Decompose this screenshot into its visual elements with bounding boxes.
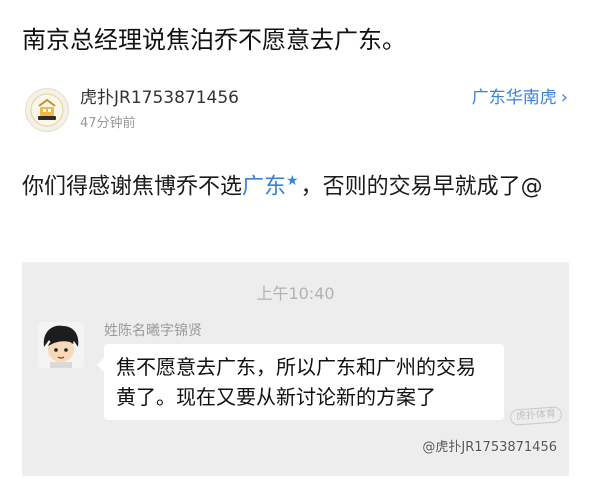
post-title: 南京总经理说焦泊乔不愿意去广东。 xyxy=(22,26,406,54)
author-name[interactable]: 虎扑JR1753871456 xyxy=(80,87,239,109)
chat-message-text: 焦不愿意去广东，所以广东和广州的交易黄了。现在又要从新讨论新的方案了 xyxy=(116,355,476,409)
watermark-text: @虎扑JR1753871456 xyxy=(422,440,557,455)
chat-screenshot: 上午10:40 姓陈名曦字锦贤 焦不愿意去广东，所以广东和广州的交易黄了。现在又… xyxy=(22,262,569,476)
forum-link[interactable]: 广东华南虎 › xyxy=(472,87,568,109)
chat-sender-name: 姓陈名曦字锦贤 xyxy=(104,323,202,339)
forum-link-label: 广东华南虎 xyxy=(471,88,557,108)
chevron-right-icon: › xyxy=(560,87,568,108)
chat-message-bubble: 焦不愿意去广东，所以广东和广州的交易黄了。现在又要从新讨论新的方案了 xyxy=(97,344,504,420)
body-text-before: 你们得感谢焦博乔不选 xyxy=(22,174,243,200)
chat-timestamp: 上午10:40 xyxy=(256,284,335,303)
topic-tag-link[interactable]: 广东 xyxy=(242,174,286,199)
star-icon: ★ xyxy=(286,173,299,189)
author-avatar[interactable] xyxy=(25,88,69,132)
post-time: 47分钟前 xyxy=(80,116,136,131)
hupu-logo-icon xyxy=(30,93,64,127)
post-body: 你们得感谢焦博乔不选广东★，否则的交易早就成了@ xyxy=(22,164,570,204)
body-text-after: ，否则的交易早就成了@ xyxy=(300,174,543,200)
cartoon-boy-avatar-icon xyxy=(38,322,84,368)
chat-avatar xyxy=(38,322,84,368)
watermark-stamp: 虎扑体育 xyxy=(509,406,563,426)
